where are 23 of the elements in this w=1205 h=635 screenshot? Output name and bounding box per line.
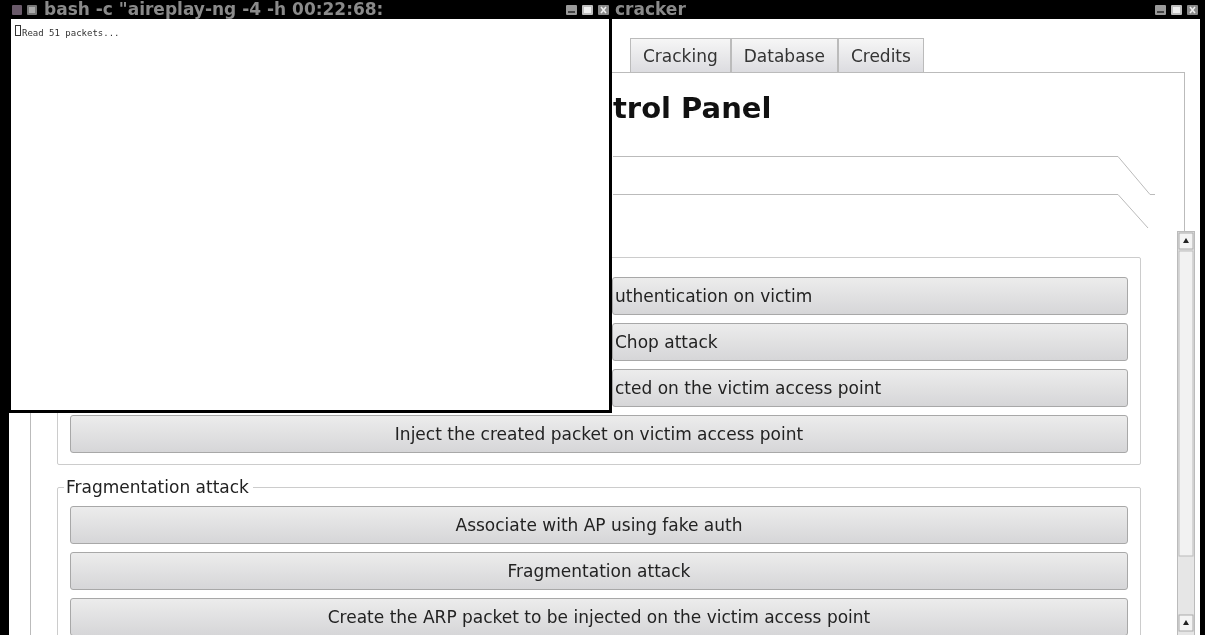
action-button[interactable]: Fragmentation attack [70, 552, 1128, 590]
close-icon[interactable] [597, 3, 610, 16]
maximize-icon[interactable] [581, 3, 594, 16]
panel-heading: trol Panel [613, 90, 773, 126]
action-button[interactable]: Inject the created packet on victim access point [70, 415, 1128, 453]
minimize-icon[interactable] [565, 3, 578, 16]
terminal-output: Read 51 packets... [22, 28, 120, 38]
scrollbar[interactable] [1177, 231, 1195, 635]
action-button[interactable]: cted on the victim access point [612, 369, 1128, 407]
window-title: bash -c "aireplay-ng -4 -h 00:22:68: [44, 0, 385, 19]
tab[interactable]: Cracking [630, 38, 731, 72]
action-button[interactable]: uthentication on victim [612, 277, 1128, 315]
maximize-icon[interactable] [1170, 3, 1183, 16]
tab[interactable]: Database [730, 38, 838, 72]
cursor-icon [15, 25, 21, 36]
action-button[interactable]: Create the ARP packet to be injected on the victim access point [70, 598, 1128, 635]
minimize-icon[interactable] [1154, 3, 1167, 16]
group-label: Fragmentation attack [64, 477, 253, 497]
window-title: cracker [615, 0, 687, 19]
tab[interactable]: Credits [837, 38, 924, 72]
close-icon[interactable] [1186, 3, 1199, 16]
action-button[interactable]: Associate with AP using fake auth [70, 506, 1128, 544]
action-button[interactable]: Chop attack [612, 323, 1128, 361]
